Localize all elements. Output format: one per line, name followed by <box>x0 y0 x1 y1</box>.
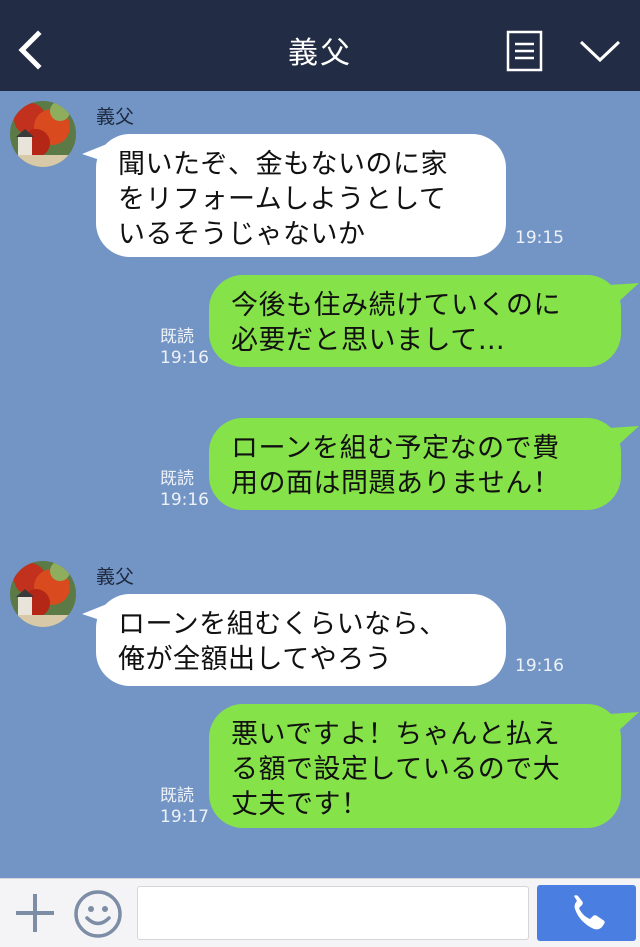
message-bubble[interactable]: 悪いですよ！ちゃんと払え る額で設定しているので大 丈夫です！ <box>209 704 621 828</box>
collapse-button[interactable] <box>578 36 622 66</box>
bubble-tail <box>609 426 639 448</box>
menu-button[interactable] <box>506 30 543 72</box>
smiley-icon <box>74 890 122 938</box>
emoji-button[interactable] <box>73 889 123 939</box>
bubble-tail <box>609 283 639 305</box>
message-text: ローンを組む予定なので費 用の面は問題ありません！ <box>231 433 561 499</box>
message-text: 今後も住み続けていくのに 必要だと思いまして… <box>231 290 561 356</box>
message-text: 聞いたぞ、金もないのに家 をリフォームしようとして いるそうじゃないか <box>118 149 448 250</box>
plus-icon <box>16 894 54 932</box>
avatar[interactable] <box>10 101 76 167</box>
call-button[interactable] <box>537 885 636 941</box>
avatar-photo-icon <box>10 101 76 167</box>
chat-title: 義父 <box>288 36 352 71</box>
add-button[interactable] <box>13 891 57 935</box>
message-bubble[interactable]: 今後も住み続けていくのに 必要だと思いまして… <box>209 275 621 367</box>
read-receipt: 既読 <box>160 786 194 806</box>
sender-name: 義父 <box>96 566 135 588</box>
message-time: 19:16 <box>160 490 209 510</box>
message-time: 19:16 <box>160 348 209 368</box>
sender-name: 義父 <box>96 106 135 128</box>
message-input[interactable] <box>137 886 529 940</box>
message-time: 19:16 <box>515 656 564 676</box>
bubble-tail <box>609 712 639 734</box>
read-receipt: 既読 <box>160 327 194 347</box>
avatar-photo-icon <box>10 561 76 627</box>
message-time: 19:17 <box>160 807 209 827</box>
chevron-down-icon <box>579 40 621 63</box>
message-time: 19:15 <box>515 228 564 248</box>
message-bubble[interactable]: ローンを組む予定なので費 用の面は問題ありません！ <box>209 418 621 510</box>
message-bubble[interactable]: 聞いたぞ、金もないのに家 をリフォームしようとして いるそうじゃないか <box>96 134 506 257</box>
message-text: 悪いですよ！ちゃんと払え る額で設定しているので大 丈夫です！ <box>231 719 561 820</box>
phone-icon <box>574 895 605 930</box>
chat-header: 義父 <box>0 0 640 91</box>
message-bubble[interactable]: ローンを組むくらいなら、 俺が全額出してやろう <box>96 594 506 686</box>
list-icon <box>506 30 543 72</box>
input-bar <box>0 878 640 947</box>
read-receipt: 既読 <box>160 469 194 489</box>
avatar[interactable] <box>10 561 76 627</box>
chat-area[interactable]: 義父 聞いたぞ、金もないのに家 をリフォームしようとして いるそうじゃないか 1… <box>0 91 640 878</box>
message-text: ローンを組むくらいなら、 俺が全額出してやろう <box>118 609 447 675</box>
